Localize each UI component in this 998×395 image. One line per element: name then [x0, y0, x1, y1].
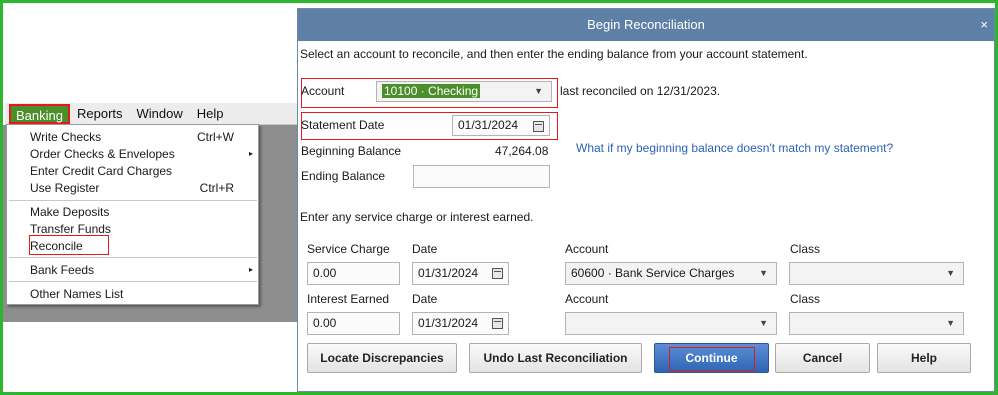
locate-discrepancies-button[interactable]: Locate Discrepancies	[307, 343, 457, 373]
menu-item-label: Use Register	[30, 181, 100, 195]
service-date-value: 01/31/2024	[418, 266, 479, 280]
menu-item-label: Write Checks	[30, 130, 102, 144]
chevron-down-icon: ▼	[534, 86, 543, 96]
calendar-icon[interactable]	[492, 268, 503, 279]
interest-account-select[interactable]: ▼	[565, 312, 777, 335]
help-button[interactable]: Help	[877, 343, 971, 373]
dialog-titlebar: Begin Reconciliation ×	[298, 9, 994, 41]
statement-date-value: 01/31/2024	[458, 118, 519, 132]
chevron-down-icon: ▼	[946, 318, 955, 328]
menu-item-label: Transfer Funds	[30, 222, 111, 236]
interest-class-label: Class	[790, 292, 821, 306]
menu-item-label: Order Checks & Envelopes	[30, 147, 175, 161]
menu-help[interactable]: Help	[190, 104, 231, 124]
menu-item-other-names[interactable]: Other Names List	[7, 286, 258, 302]
chevron-down-icon: ▼	[759, 268, 768, 278]
calendar-icon[interactable]	[533, 121, 544, 132]
menu-divider	[9, 200, 257, 201]
beginning-balance-value: 47,264.08	[495, 144, 549, 158]
continue-label: Continue	[668, 347, 755, 371]
interest-account-label: Account	[565, 292, 609, 306]
interest-date-label: Date	[412, 292, 438, 306]
instruction-text: Select an account to reconcile, and then…	[300, 47, 808, 61]
menu-divider	[9, 257, 257, 258]
menu-item-label: Enter Credit Card Charges	[30, 164, 173, 178]
interest-class-select[interactable]: ▼	[789, 312, 964, 335]
menu-item-enter-credit-card[interactable]: Enter Credit Card Charges	[7, 163, 258, 179]
menu-item-write-checks[interactable]: Write Checks Ctrl+W	[7, 129, 258, 145]
menu-bar: Banking Reports Window Help	[5, 103, 297, 125]
chevron-down-icon: ▼	[759, 318, 768, 328]
chevron-down-icon: ▼	[946, 268, 955, 278]
beginning-balance-label: Beginning Balance	[301, 144, 402, 158]
interest-date-value: 01/31/2024	[418, 316, 479, 330]
menu-item-order-checks[interactable]: Order Checks & Envelopes ▸	[7, 146, 258, 162]
ending-balance-label: Ending Balance	[301, 169, 386, 183]
interest-earned-label: Interest Earned	[307, 292, 390, 306]
service-account-label: Account	[565, 242, 609, 256]
service-class-select[interactable]: ▼	[789, 262, 964, 285]
shortcut-label: Ctrl+W	[197, 130, 234, 144]
interest-date-field[interactable]: 01/31/2024	[412, 312, 509, 335]
dialog-title: Begin Reconciliation	[587, 17, 705, 32]
banking-dropdown: Write Checks Ctrl+W Order Checks & Envel…	[6, 124, 259, 305]
menu-reports[interactable]: Reports	[70, 104, 130, 124]
menu-item-label: Other Names List	[30, 287, 124, 301]
service-charge-input[interactable]: 0.00	[307, 262, 400, 285]
close-icon[interactable]: ×	[980, 9, 988, 41]
last-reconciled-text: last reconciled on 12/31/2023.	[560, 84, 721, 98]
submenu-arrow-icon: ▸	[248, 149, 253, 158]
calendar-icon[interactable]	[492, 318, 503, 329]
menu-item-use-register[interactable]: Use Register Ctrl+R	[7, 180, 258, 196]
service-account-value: 60600 · Bank Service Charges	[571, 266, 735, 280]
menu-banking[interactable]: Banking	[9, 103, 70, 124]
submenu-arrow-icon: ▸	[248, 265, 253, 274]
undo-last-reconciliation-button[interactable]: Undo Last Reconciliation	[469, 343, 642, 373]
service-date-field[interactable]: 01/31/2024	[412, 262, 509, 285]
cancel-button[interactable]: Cancel	[775, 343, 870, 373]
begin-reconciliation-dialog: Begin Reconciliation × Select an account…	[297, 8, 995, 392]
statement-date-label: Statement Date	[301, 118, 385, 132]
service-instruction-text: Enter any service charge or interest ear…	[300, 210, 534, 224]
menu-window[interactable]: Window	[130, 104, 190, 124]
menu-item-bank-feeds[interactable]: Bank Feeds ▸	[7, 262, 258, 278]
menu-item-label: Make Deposits	[30, 205, 110, 219]
reconcile-highlight	[29, 235, 109, 255]
account-select[interactable]: 10100 · Checking ▼	[376, 81, 552, 102]
service-date-label: Date	[412, 242, 438, 256]
ending-balance-input[interactable]	[413, 165, 550, 188]
account-label: Account	[301, 84, 345, 98]
interest-earned-input[interactable]: 0.00	[307, 312, 400, 335]
menu-divider	[9, 281, 257, 282]
service-class-label: Class	[790, 242, 821, 256]
service-account-select[interactable]: 60600 · Bank Service Charges ▼	[565, 262, 777, 285]
service-charge-label: Service Charge	[307, 242, 390, 256]
menu-item-make-deposits[interactable]: Make Deposits	[7, 204, 258, 220]
account-value: 10100 · Checking	[382, 84, 481, 98]
shortcut-label: Ctrl+R	[199, 181, 234, 195]
balance-help-link[interactable]: What if my beginning balance doesn't mat…	[576, 141, 893, 155]
menu-item-label: Bank Feeds	[30, 263, 95, 277]
statement-date-field[interactable]: 01/31/2024	[452, 115, 550, 136]
continue-button[interactable]: Continue	[654, 343, 769, 373]
